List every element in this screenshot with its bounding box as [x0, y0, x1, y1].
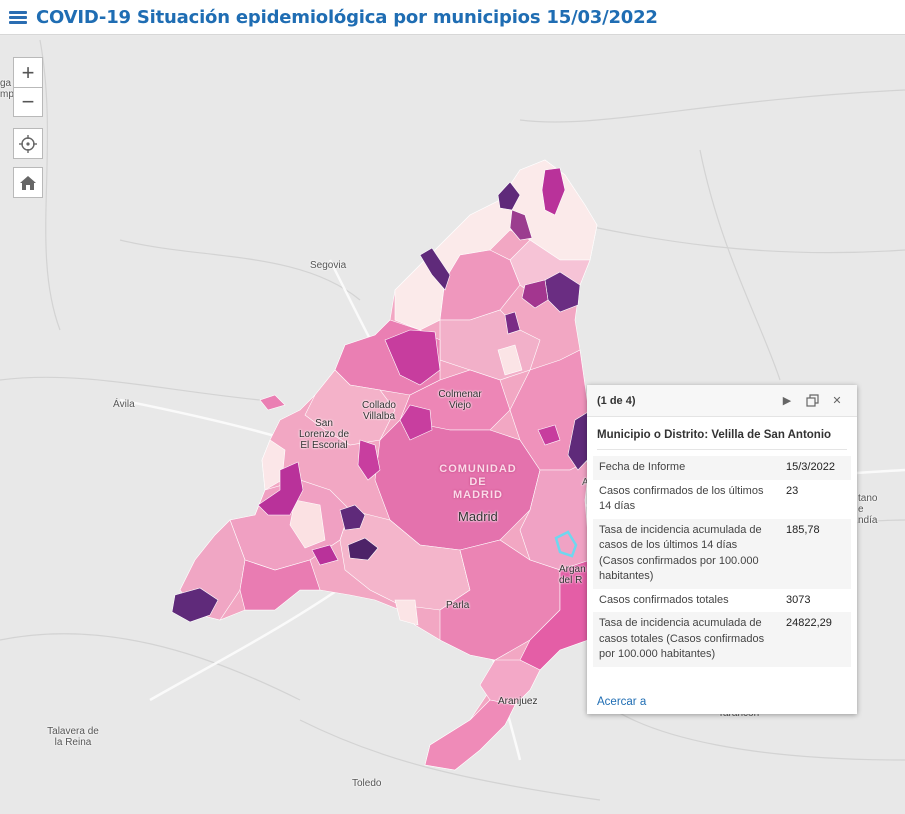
- attribute-value: 23: [786, 484, 799, 497]
- label-segovia: Segovia: [310, 260, 347, 271]
- label-collado-villalba: Collado Villalba: [362, 400, 396, 422]
- attribute-value: 185,78: [780, 518, 851, 589]
- label-right-1: tano: [858, 493, 878, 504]
- table-row: Fecha de Informe 15/3/2022: [593, 456, 851, 480]
- label-right-2: e: [858, 504, 864, 515]
- label-talavera: Talavera de la Reina: [47, 726, 99, 748]
- menu-icon[interactable]: [0, 0, 36, 35]
- table-row: Tasa de incidencia acumulada de casos to…: [593, 612, 851, 667]
- label-right-3: ndía: [858, 515, 878, 526]
- dock-icon[interactable]: [802, 391, 822, 411]
- label-colmenar-viejo: Colmenar Viejo: [438, 389, 482, 411]
- label-aranjuez: Aranjuez: [498, 696, 538, 707]
- label-comunidad-de-madrid: COMUNIDAD DE MADRID: [439, 463, 517, 501]
- label-arganda: Argan del R: [559, 564, 586, 586]
- feature-popup: (1 de 4) ▶ ✕ Municipio o Distrito: Velil…: [587, 385, 857, 714]
- label-avila: Ávila: [113, 399, 135, 410]
- label-parla: Parla: [446, 600, 470, 611]
- attribute-label: Tasa de incidencia acumulada de casos de…: [593, 518, 780, 589]
- home-icon: [20, 175, 36, 190]
- attribute-value: 3073: [786, 593, 811, 606]
- home-button[interactable]: [13, 167, 43, 198]
- attribute-table: Fecha de Informe 15/3/2022 Casos confirm…: [593, 456, 851, 667]
- app-header: COVID-19 Situación epidemiológica por mu…: [0, 0, 905, 35]
- zoom-out-button[interactable]: −: [13, 87, 43, 117]
- locate-icon: [19, 134, 37, 153]
- attribute-label: Casos confirmados totales: [599, 593, 729, 606]
- attribute-label: Fecha de Informe: [593, 456, 780, 480]
- close-icon[interactable]: ✕: [827, 391, 847, 411]
- table-row: Tasa de incidencia acumulada de casos de…: [593, 518, 851, 589]
- popup-header: (1 de 4) ▶ ✕: [587, 385, 857, 417]
- label-san-lorenzo: San Lorenzo de El Escorial: [298, 418, 350, 451]
- table-row: Casos confirmados de los últimos 14 días…: [593, 480, 851, 519]
- page-title: COVID-19 Situación epidemiológica por mu…: [36, 6, 658, 28]
- popup-title: Municipio o Distrito: Velilla de San Ant…: [597, 429, 847, 450]
- attribute-value: 15/3/2022: [780, 456, 851, 480]
- locate-button[interactable]: [13, 128, 43, 159]
- table-row: Casos confirmados totales 3073: [593, 589, 851, 613]
- zoom-in-button[interactable]: +: [13, 57, 43, 87]
- label-madrid: Madrid: [458, 509, 498, 524]
- attribute-label: Casos confirmados de los últimos 14 días: [599, 484, 764, 513]
- attribute-label: Tasa de incidencia acumulada de casos to…: [593, 612, 780, 667]
- zoom-to-link[interactable]: Acercar a: [597, 696, 646, 708]
- label-toledo: Toledo: [352, 778, 382, 789]
- next-feature-icon[interactable]: ▶: [777, 391, 797, 411]
- popup-feature-count: (1 de 4): [597, 394, 636, 407]
- attribute-value: 24822,29: [780, 612, 851, 667]
